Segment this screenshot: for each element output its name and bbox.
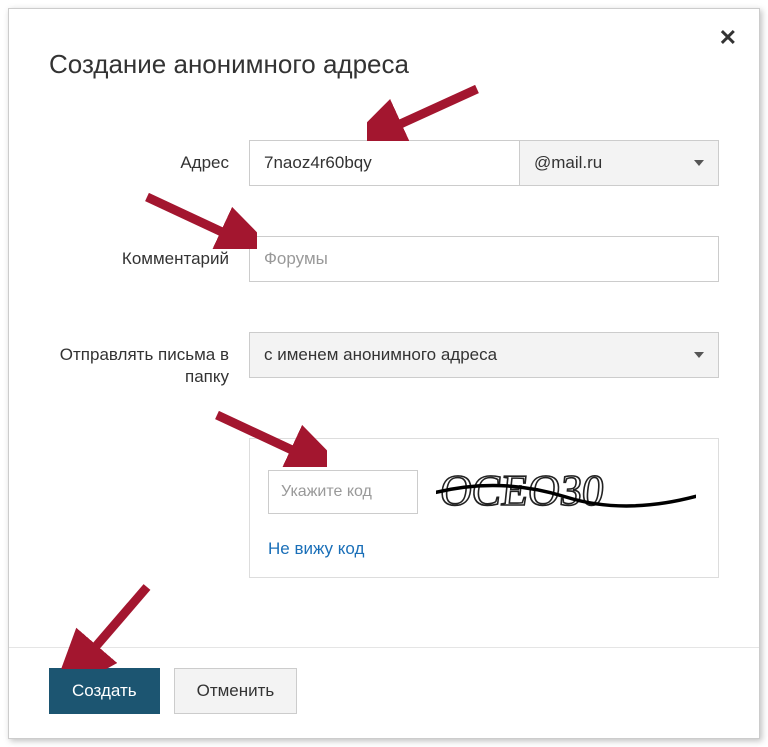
annotation-arrow-icon [367, 81, 487, 141]
row-address: Адрес @mail.ru [49, 140, 719, 186]
captcha-box: OCEO30 Не вижу код [249, 438, 719, 578]
chevron-down-icon [694, 352, 704, 358]
label-comment: Комментарий [49, 236, 249, 270]
cancel-button[interactable]: Отменить [174, 668, 298, 714]
modal-footer: Создать Отменить [9, 647, 759, 738]
domain-select[interactable]: @mail.ru [519, 140, 719, 186]
row-folder: Отправлять письма в папку с именем анони… [49, 332, 719, 388]
row-captcha: OCEO30 Не вижу код [49, 438, 719, 578]
modal-title: Создание анонимного адреса [49, 49, 719, 80]
captcha-image: OCEO30 [436, 457, 700, 527]
label-captcha [49, 438, 249, 450]
chevron-down-icon [694, 160, 704, 166]
captcha-input[interactable] [268, 470, 418, 514]
domain-value: @mail.ru [534, 153, 602, 173]
folder-value: с именем анонимного адреса [264, 345, 497, 365]
captcha-resend-link[interactable]: Не вижу код [268, 539, 700, 559]
row-comment: Комментарий [49, 236, 719, 282]
label-address: Адрес [49, 140, 249, 174]
captcha-text-svg: OCEO30 [438, 466, 607, 515]
address-input[interactable] [249, 140, 519, 186]
create-button[interactable]: Создать [49, 668, 160, 714]
close-icon[interactable]: ✕ [719, 27, 737, 49]
modal-create-anonymous-address: ✕ Создание анонимного адреса Адрес @mail… [8, 8, 760, 739]
folder-select[interactable]: с именем анонимного адреса [249, 332, 719, 378]
label-folder: Отправлять письма в папку [49, 332, 249, 388]
comment-input[interactable] [249, 236, 719, 282]
